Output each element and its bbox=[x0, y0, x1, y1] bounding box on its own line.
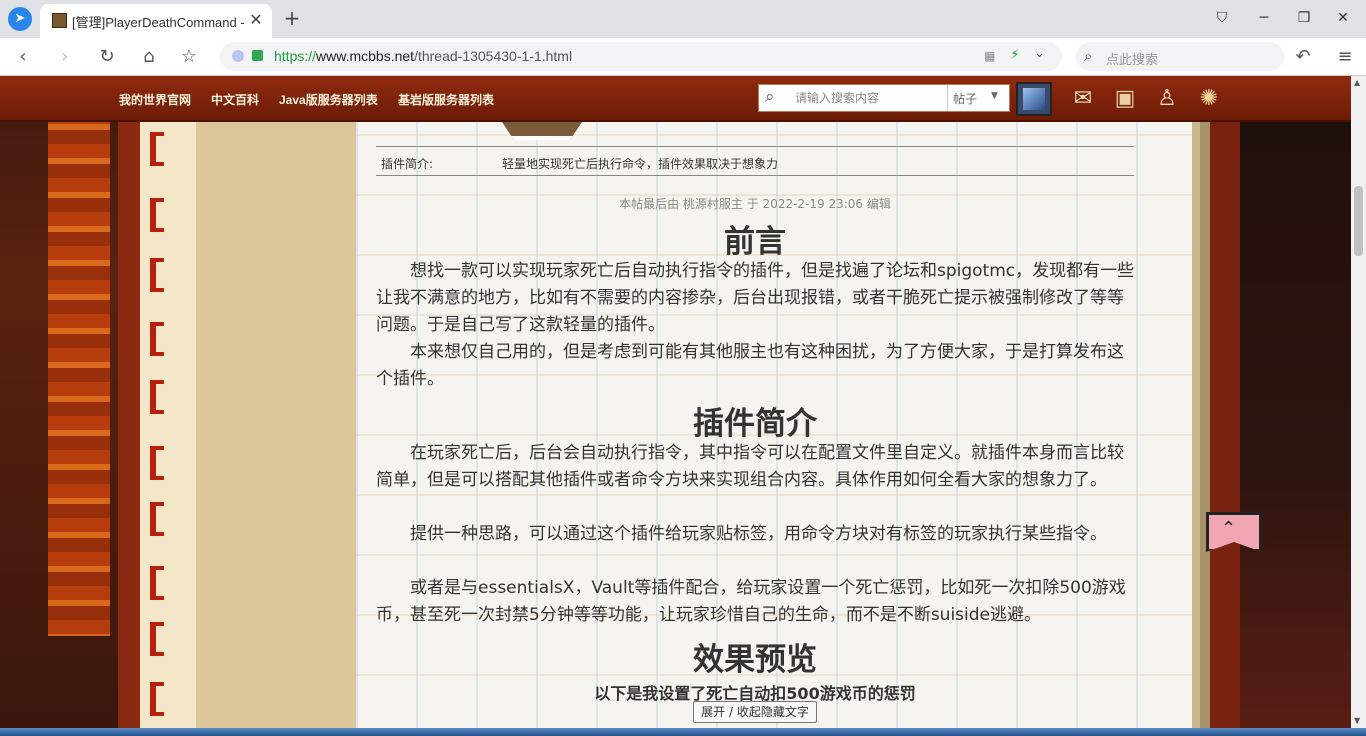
page-viewport: 我的世界官网 中文百科 Java版服务器列表 基岩版服务器列表 ⌕ 帖子 ▼ ✉… bbox=[0, 76, 1351, 736]
book-binding-strip bbox=[140, 122, 168, 736]
nav-java-servers[interactable]: Java版服务器列表 bbox=[279, 91, 378, 108]
nav-wiki[interactable]: 中文百科 bbox=[211, 91, 259, 108]
lightning-icon[interactable]: ⚡ bbox=[1010, 47, 1020, 63]
browser-tab-active[interactable]: [管理]PlayerDeathCommand - ✕ bbox=[40, 4, 272, 38]
address-bar: ‹ › ↻ ⌂ ☆ https://www.mcbbs.net/thread-1… bbox=[0, 38, 1366, 76]
new-tab-button[interactable]: + bbox=[280, 6, 304, 30]
block-icon[interactable]: ▣ bbox=[1110, 84, 1140, 114]
book-gutter bbox=[196, 122, 356, 736]
scroll-up-icon[interactable]: ▲ bbox=[1354, 78, 1360, 87]
url-protocol: https:// bbox=[274, 48, 317, 64]
url-path: /thread-1305430-1-1.html bbox=[414, 48, 573, 64]
intro-paragraph-3: 或者是与essentialsX，Vault等插件配合，给玩家设置一个死亡惩罚，比… bbox=[376, 578, 1126, 625]
book-cover-left bbox=[118, 122, 140, 736]
browser-logo-icon[interactable]: ➤ bbox=[8, 7, 32, 31]
back-icon[interactable]: ‹ bbox=[10, 44, 36, 70]
section-title-preface: 前言 bbox=[724, 224, 786, 260]
bookmark-star-icon[interactable]: ☆ bbox=[176, 44, 202, 70]
nav-official-site[interactable]: 我的世界官网 bbox=[119, 91, 191, 108]
maximize-button[interactable]: ❐ bbox=[1290, 6, 1318, 30]
book-cover-right bbox=[1210, 122, 1240, 736]
url-host: www.mcbbs.net bbox=[316, 48, 415, 64]
shirt-icon[interactable]: ⛉ bbox=[1208, 6, 1236, 30]
nav-bedrock-servers[interactable]: 基岩版服务器列表 bbox=[398, 91, 494, 108]
book-right-edge bbox=[1192, 122, 1200, 736]
tab-favicon-icon bbox=[52, 13, 67, 28]
close-window-button[interactable]: ✕ bbox=[1329, 6, 1357, 30]
caret-up-icon: ⌃ bbox=[1221, 518, 1237, 539]
search-icon: ⌕ bbox=[765, 87, 775, 107]
reader-grid-icon[interactable]: ▦ bbox=[984, 49, 998, 63]
section-title-preview: 效果预览 bbox=[693, 642, 817, 678]
menu-icon[interactable]: ≡ bbox=[1332, 44, 1358, 70]
post-image-bottom bbox=[502, 122, 582, 140]
caret-down-icon[interactable]: ▼ bbox=[991, 91, 998, 101]
divider bbox=[947, 85, 948, 111]
background-right bbox=[1240, 76, 1351, 736]
forward-icon[interactable]: › bbox=[52, 44, 78, 70]
mail-icon[interactable]: ✉ bbox=[1068, 84, 1098, 114]
toggle-hidden-text-button[interactable]: 展开 / 收起隐藏文字 bbox=[693, 701, 817, 723]
plugin-info-row: 插件简介: 轻量地实现死亡后执行命令，插件效果取决于想象力 bbox=[376, 146, 1134, 176]
palette-icon[interactable]: ✺ bbox=[1194, 84, 1224, 114]
url-text[interactable]: https://www.mcbbs.net/thread-1305430-1-1… bbox=[274, 48, 572, 64]
info-value: 轻量地实现死亡后执行命令，插件效果取决于想象力 bbox=[502, 157, 779, 171]
url-field[interactable]: https://www.mcbbs.net/thread-1305430-1-1… bbox=[220, 42, 1062, 71]
os-taskbar bbox=[0, 728, 1366, 736]
scroll-down-icon[interactable]: ▼ bbox=[1354, 716, 1360, 725]
info-label: 插件简介: bbox=[381, 157, 434, 171]
lock-icon bbox=[252, 50, 263, 61]
book-page-margin bbox=[168, 122, 196, 736]
lava-decoration bbox=[48, 76, 110, 636]
scroll-thumb[interactable] bbox=[1354, 186, 1363, 256]
site-search-box: ⌕ 帖子 ▼ bbox=[758, 84, 1010, 112]
preface-paragraph-2: 本来想仅自己用的，但是考虑到可能有其他服主也有这种困扰，为了方便大家，于是打算发… bbox=[376, 342, 1124, 389]
search-icon: ⌕ bbox=[1084, 47, 1093, 65]
shield-icon bbox=[232, 50, 244, 62]
home-icon[interactable]: ⌂ bbox=[136, 44, 162, 70]
browser-search-field[interactable]: ⌕ 点此搜索 bbox=[1076, 42, 1284, 71]
search-type-select[interactable]: 帖子 bbox=[953, 90, 977, 107]
user-icon[interactable]: ♙ bbox=[1152, 84, 1182, 114]
edit-note: 本帖最后由 桃源村服主 于 2022-2-19 23:06 编辑 bbox=[619, 197, 891, 211]
back-to-top-button[interactable]: ⌃ bbox=[1200, 508, 1266, 558]
chevron-down-icon[interactable]: ⌄ bbox=[1034, 46, 1045, 61]
tab-title: [管理]PlayerDeathCommand - bbox=[72, 15, 245, 30]
browser-search-placeholder: 点此搜索 bbox=[1106, 52, 1159, 67]
section-title-intro: 插件简介 bbox=[693, 406, 817, 442]
intro-paragraph-2: 提供一种思路，可以通过这个插件给玩家贴标签，用命令方块对有标签的玩家执行某些指令… bbox=[410, 524, 1107, 544]
browser-tab-bar: ➤ [管理]PlayerDeathCommand - ✕ + ⛉ ─ ❐ ✕ bbox=[0, 0, 1366, 38]
minimize-button[interactable]: ─ bbox=[1250, 6, 1278, 30]
reload-icon[interactable]: ↻ bbox=[94, 44, 120, 70]
tab-close-icon[interactable]: ✕ bbox=[246, 10, 266, 30]
intro-paragraph-1: 在玩家死亡后，后台会自动执行指令，其中指令可以在配置文件里自定义。就插件本身而言… bbox=[376, 443, 1124, 490]
site-search-button[interactable] bbox=[1016, 82, 1052, 116]
undo-icon[interactable]: ↶ bbox=[1290, 44, 1316, 70]
site-search-input[interactable] bbox=[795, 88, 945, 108]
vertical-scrollbar[interactable]: ▲ ▼ bbox=[1351, 76, 1366, 728]
site-header: 我的世界官网 中文百科 Java版服务器列表 基岩版服务器列表 ⌕ 帖子 ▼ ✉… bbox=[0, 76, 1351, 122]
book-right-edge-inner bbox=[1200, 122, 1210, 736]
preface-paragraph-1: 想找一款可以实现玩家死亡后自动执行指令的插件，但是找遍了论坛和spigotmc，… bbox=[376, 261, 1135, 335]
